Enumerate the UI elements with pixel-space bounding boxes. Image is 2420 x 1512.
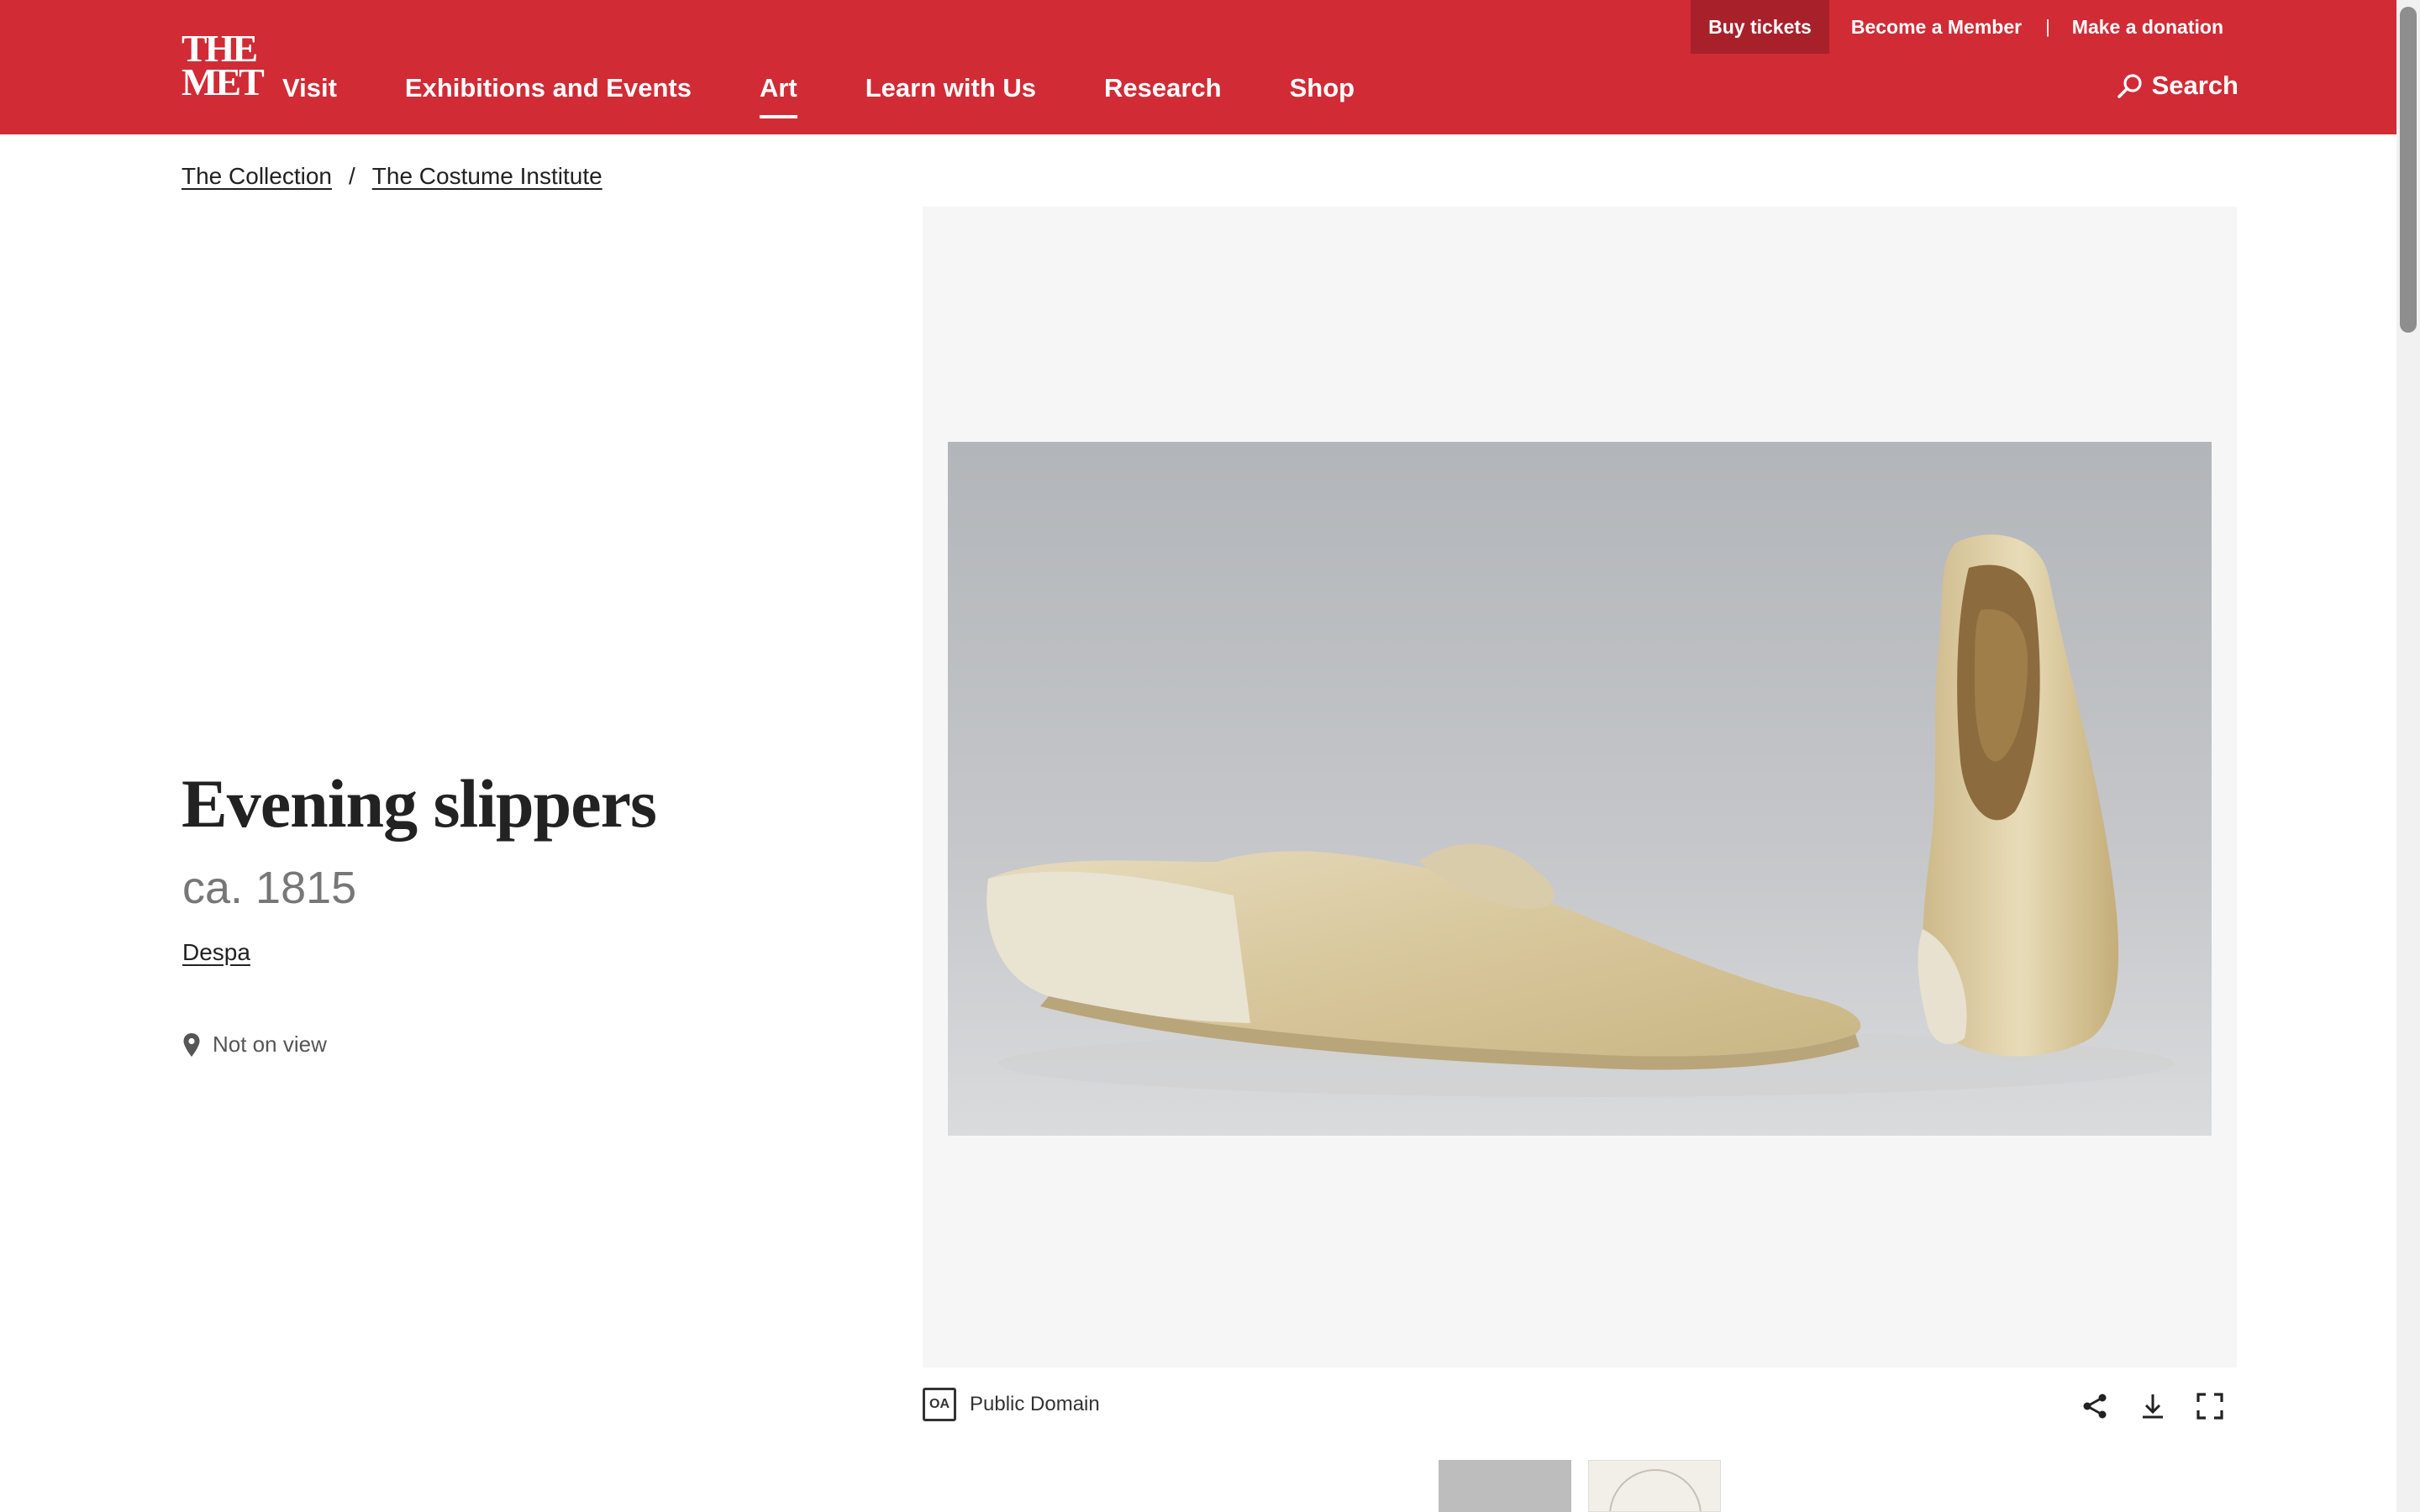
search-label: Search: [2151, 71, 2238, 100]
utility-separator: |: [2045, 16, 2050, 37]
share-icon: [2083, 1394, 2107, 1419]
scrollbar-thumb[interactable]: [2400, 7, 2417, 333]
public-domain-label: Public Domain: [970, 1393, 1100, 1415]
search-button[interactable]: Search: [2117, 71, 2238, 101]
breadcrumb: The Collection / The Costume Institute: [182, 163, 602, 190]
breadcrumb-the-costume-institute[interactable]: The Costume Institute: [372, 163, 602, 190]
fullscreen-button[interactable]: [2195, 1391, 2225, 1421]
fullscreen-icon: [2196, 1393, 2223, 1420]
nav-research[interactable]: Research: [1104, 73, 1222, 103]
met-logo[interactable]: THE MET: [182, 29, 265, 103]
nav-shop[interactable]: Shop: [1290, 73, 1355, 103]
nav-exhibitions-and-events[interactable]: Exhibitions and Events: [405, 73, 692, 103]
breadcrumb-the-collection[interactable]: The Collection: [182, 163, 332, 190]
logo-line-2: MET: [182, 60, 265, 103]
share-button[interactable]: [2081, 1391, 2111, 1421]
nav-learn-with-us[interactable]: Learn with Us: [865, 73, 1036, 103]
artwork-maker-link[interactable]: Despa: [182, 939, 250, 966]
maker-stamp-image: [1609, 1469, 1702, 1511]
thumbnail-1[interactable]: [1439, 1460, 1571, 1512]
location-status-label: Not on view: [213, 1032, 327, 1057]
main-nav: Visit Exhibitions and Events Art Learn w…: [282, 67, 1423, 118]
thumbnail-2[interactable]: [1588, 1460, 1721, 1512]
buy-tickets-button[interactable]: Buy tickets: [1691, 0, 1829, 54]
image-viewer[interactable]: [923, 207, 2237, 1368]
image-tools: [2081, 1391, 2252, 1421]
download-button[interactable]: [2138, 1391, 2168, 1421]
artwork-image[interactable]: [948, 442, 2212, 1136]
download-icon: [2143, 1394, 2163, 1419]
utility-nav: Buy tickets Become a Member | Make a don…: [1691, 0, 2223, 54]
make-donation-link[interactable]: Make a donation: [2072, 16, 2223, 39]
nav-art[interactable]: Art: [759, 73, 797, 118]
location-status: Not on view: [182, 1032, 327, 1058]
artwork-title: Evening slippers: [182, 765, 657, 842]
nav-visit[interactable]: Visit: [282, 73, 337, 103]
site-header: THE MET Visit Exhibitions and Events Art…: [0, 0, 2420, 134]
rights-info: OA Public Domain: [923, 1388, 1100, 1421]
breadcrumb-separator: /: [348, 163, 355, 189]
open-access-icon: OA: [923, 1388, 956, 1421]
become-member-link[interactable]: Become a Member: [1851, 16, 2022, 39]
page-scrollbar[interactable]: [2396, 0, 2420, 1512]
image-thumbnails: [1439, 1460, 1738, 1512]
artwork-date: ca. 1815: [182, 863, 357, 913]
map-pin-icon: [183, 1032, 200, 1057]
search-icon: [2117, 74, 2142, 98]
